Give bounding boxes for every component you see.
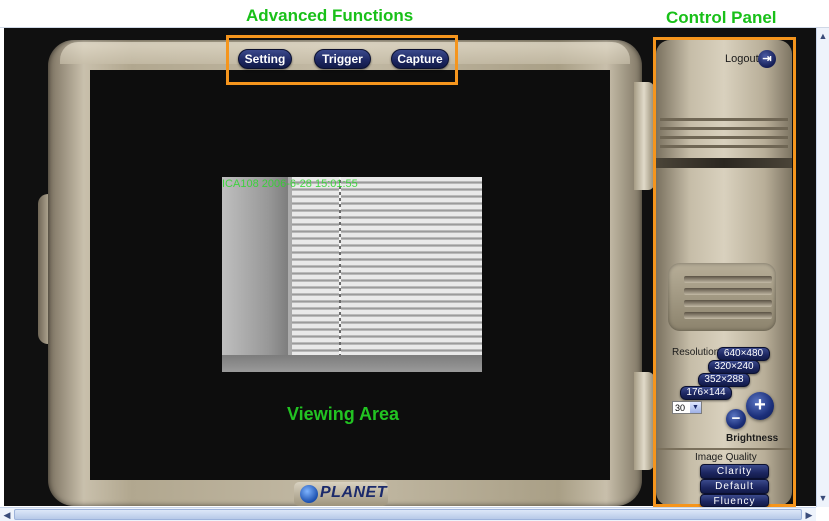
- trigger-button[interactable]: Trigger: [314, 49, 371, 69]
- frame-right-handle-top: [634, 82, 654, 190]
- logo-text: PLANET: [320, 484, 387, 501]
- horizontal-scroll-thumb[interactable]: [14, 509, 802, 520]
- globe-icon: [300, 485, 318, 503]
- brightness-increase-button[interactable]: +: [746, 392, 774, 420]
- resolution-352x288-button[interactable]: 352×288: [698, 373, 750, 387]
- image-quality-label: Image Quality: [695, 452, 757, 463]
- camera-shadow-region: [222, 177, 288, 372]
- panel-divider: [656, 448, 792, 450]
- planet-logo: PLANET: [294, 482, 388, 506]
- frame-right-handle-bottom: [634, 372, 654, 470]
- speaker-slot: [684, 300, 772, 307]
- speaker-slot: [684, 312, 772, 319]
- frame-rate-select[interactable]: 30 ▼: [672, 401, 702, 414]
- horizontal-scrollbar[interactable]: ◀ ▶: [0, 507, 816, 521]
- scroll-down-icon[interactable]: ▼: [817, 492, 829, 504]
- quality-fluency-button[interactable]: Fluency: [700, 494, 769, 507]
- setting-button[interactable]: Setting: [238, 49, 292, 69]
- speaker-slot: [684, 288, 772, 295]
- speaker-slot: [684, 276, 772, 283]
- camera-timestamp-overlay: ICA108 2006-6-28 15:01:55: [222, 178, 358, 190]
- camera-floor-region: [222, 355, 482, 372]
- logout-label[interactable]: Logout: [725, 53, 759, 65]
- capture-button[interactable]: Capture: [391, 49, 449, 69]
- scroll-right-icon[interactable]: ▶: [803, 509, 815, 521]
- advanced-functions-annotation: Advanced Functions: [246, 6, 414, 25]
- resolution-640x480-button[interactable]: 640×480: [717, 347, 770, 361]
- resolution-label: Resolution: [672, 347, 720, 358]
- frame-rate-value: 30: [675, 403, 686, 413]
- door-exit-icon[interactable]: ⇥: [758, 50, 776, 68]
- quality-default-button[interactable]: Default: [700, 479, 769, 494]
- camera-blind-cord: [339, 177, 341, 372]
- viewing-area-annotation: Viewing Area: [287, 404, 400, 424]
- scroll-up-icon[interactable]: ▲: [817, 30, 829, 42]
- resolution-320x240-button[interactable]: 320×240: [708, 360, 760, 374]
- control-panel-annotation: Control Panel: [666, 8, 777, 27]
- speaker-grille: [668, 263, 776, 331]
- brightness-label: Brightness: [726, 433, 779, 444]
- quality-clarity-button[interactable]: Clarity: [700, 464, 769, 479]
- brightness-decrease-button[interactable]: −: [726, 409, 746, 429]
- vertical-scrollbar[interactable]: ▲ ▼: [816, 28, 829, 507]
- camera-live-image[interactable]: [222, 177, 482, 372]
- scroll-left-icon[interactable]: ◀: [1, 509, 13, 521]
- resolution-176x144-button[interactable]: 176×144: [680, 386, 732, 400]
- chevron-down-icon[interactable]: ▼: [690, 402, 701, 413]
